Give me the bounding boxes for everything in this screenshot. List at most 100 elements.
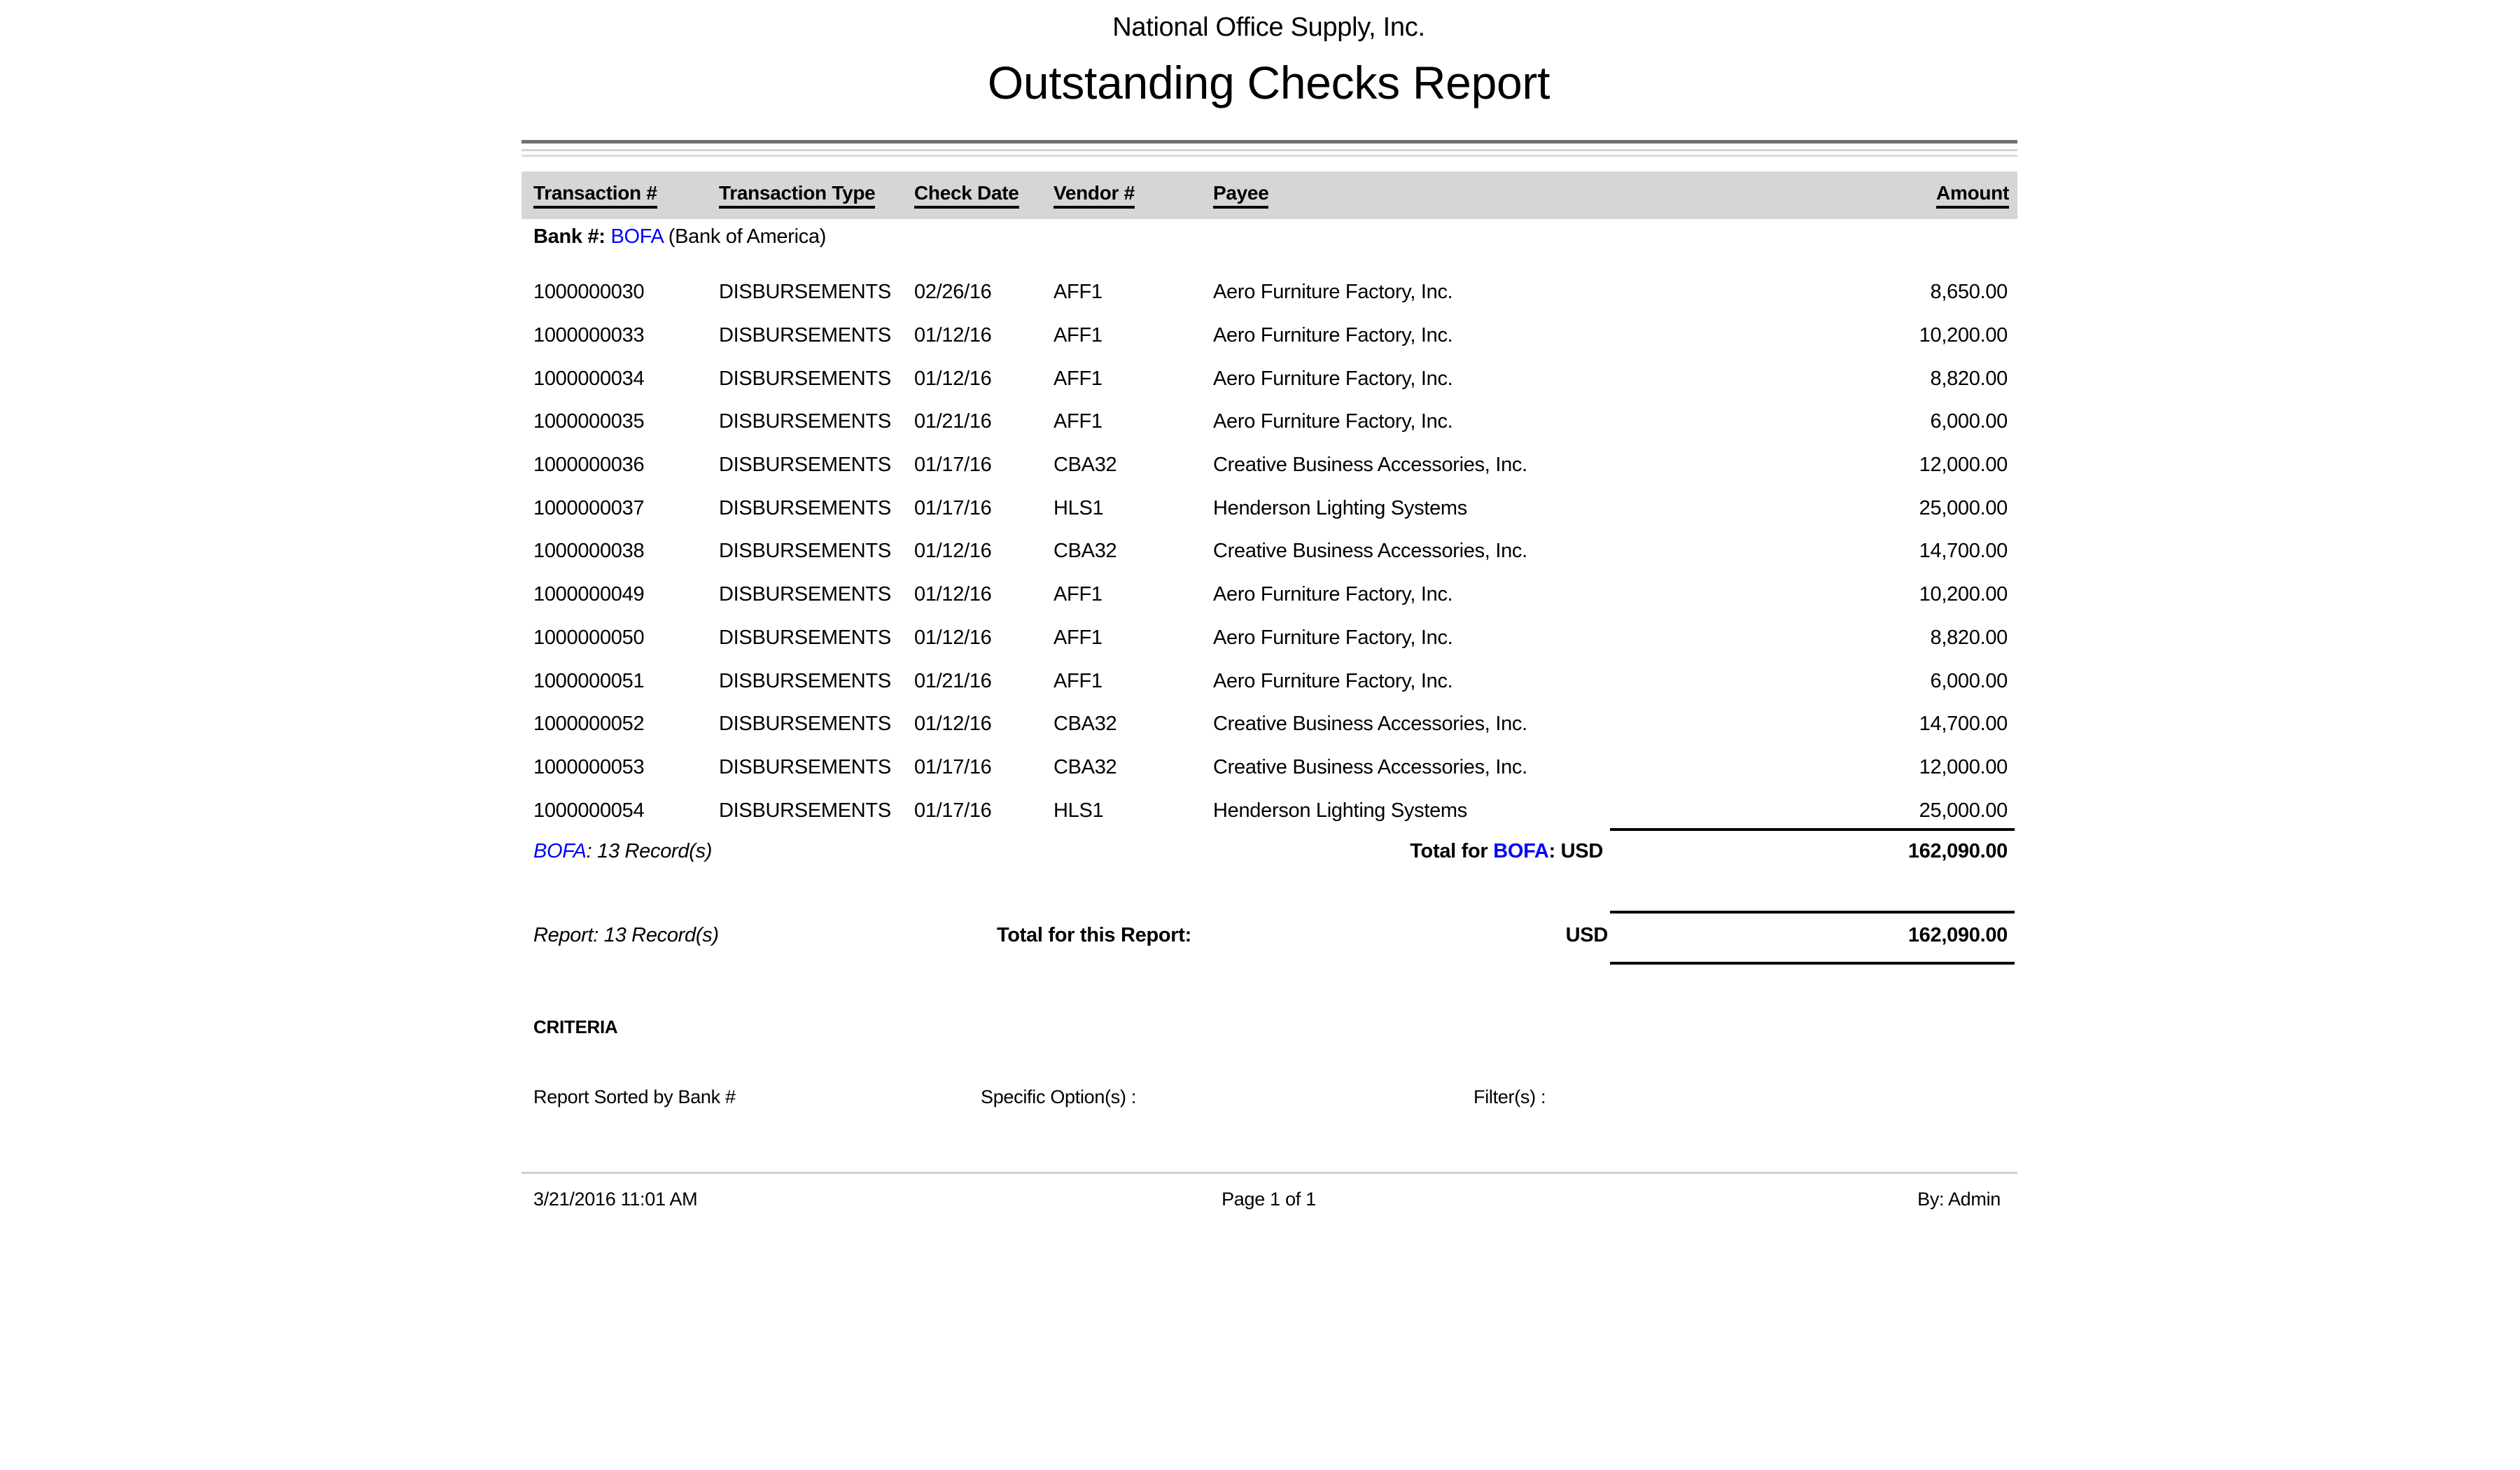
transaction-number-cell: 1000000036 [533,454,719,477]
payee-cell: Creative Business Accessories, Inc. [1213,756,1680,779]
title-divider-light-1 [522,149,2017,151]
amount-cell: 14,700.00 [1680,713,2008,736]
report-title: Outstanding Checks Report [522,56,2016,109]
transaction-type-cell: DISBURSEMENTS [719,626,914,650]
amount-cell: 12,000.00 [1680,454,2008,477]
column-header-check-date: Check Date [914,182,1054,209]
amount-cell: 6,000.00 [1680,670,2008,693]
payee-cell: Aero Furniture Factory, Inc. [1213,410,1680,433]
payee-cell: Aero Furniture Factory, Inc. [1213,626,1680,650]
amount-cell: 10,200.00 [1680,324,2008,347]
bank-total-label: Total for BOFA: USD [1410,840,1603,863]
report-total-label: Total for this Report: [997,924,1191,947]
bank-code-link[interactable]: BOFA [610,225,663,248]
transaction-number-cell: 1000000030 [533,281,719,304]
table-row: 1000000033 DISBURSEMENTS 01/12/16 AFF1 A… [533,314,2008,358]
criteria-specific-options: Specific Option(s) : [981,1086,1136,1108]
table-row: 1000000035 DISBURSEMENTS 01/21/16 AFF1 A… [533,400,2008,444]
transaction-number-cell: 1000000050 [533,626,719,650]
vendor-number-cell: AFF1 [1054,670,1213,693]
report-record-count: Report: 13 Record(s) [533,924,719,947]
amount-cell: 10,200.00 [1680,583,2008,606]
transaction-type-cell: DISBURSEMENTS [719,324,914,347]
check-date-cell: 01/12/16 [914,583,1054,606]
transaction-type-cell: DISBURSEMENTS [719,454,914,477]
payee-cell: Creative Business Accessories, Inc. [1213,540,1680,563]
transaction-type-cell: DISBURSEMENTS [719,670,914,693]
vendor-number-cell: AFF1 [1054,368,1213,391]
transaction-number-cell: 1000000034 [533,368,719,391]
amount-cell: 6,000.00 [1680,410,2008,433]
transaction-type-cell: DISBURSEMENTS [719,540,914,563]
transaction-type-cell: DISBURSEMENTS [719,713,914,736]
report-total-currency: USD [1566,924,1608,947]
transaction-number-cell: 1000000037 [533,497,719,520]
table-row: 1000000049 DISBURSEMENTS 01/12/16 AFF1 A… [533,573,2008,617]
title-divider-light-2 [522,155,2017,157]
transaction-type-cell: DISBURSEMENTS [719,281,914,304]
criteria-filters: Filter(s) : [1474,1086,1546,1108]
check-date-cell: 01/17/16 [914,454,1054,477]
report-total-top-rule [1610,911,2015,913]
table-row: 1000000053 DISBURSEMENTS 01/17/16 CBA32 … [533,746,2008,790]
table-row: 1000000054 DISBURSEMENTS 01/17/16 HLS1 H… [533,789,2008,832]
check-date-cell: 01/21/16 [914,410,1054,433]
payee-cell: Henderson Lighting Systems [1213,497,1680,520]
transaction-number-cell: 1000000051 [533,670,719,693]
check-date-cell: 01/21/16 [914,670,1054,693]
transaction-number-cell: 1000000049 [533,583,719,606]
vendor-number-cell: CBA32 [1054,756,1213,779]
vendor-number-cell: AFF1 [1054,324,1213,347]
vendor-number-cell: CBA32 [1054,713,1213,736]
amount-cell: 8,650.00 [1680,281,2008,304]
table-row: 1000000030 DISBURSEMENTS 02/26/16 AFF1 A… [533,271,2008,314]
title-divider-dark [522,140,2017,144]
footer-row: 3/21/2016 11:01 AM Page 1 of 1 By: Admin [522,1189,2016,1217]
payee-cell: Creative Business Accessories, Inc. [1213,713,1680,736]
vendor-number-cell: AFF1 [1054,626,1213,650]
column-header-transaction-number: Transaction # [533,182,719,209]
footer-divider [522,1172,2017,1174]
check-date-cell: 01/17/16 [914,756,1054,779]
check-date-cell: 01/17/16 [914,799,1054,822]
check-date-cell: 01/17/16 [914,497,1054,520]
check-date-cell: 01/12/16 [914,713,1054,736]
column-header-amount: Amount [1680,182,2009,209]
payee-cell: Aero Furniture Factory, Inc. [1213,583,1680,606]
vendor-number-cell: AFF1 [1054,410,1213,433]
bank-total-top-rule [1610,828,2015,831]
bank-code-link[interactable]: BOFA [1493,840,1548,862]
payee-cell: Aero Furniture Factory, Inc. [1213,368,1680,391]
bank-code-link[interactable]: BOFA [533,840,587,862]
vendor-number-cell: CBA32 [1054,454,1213,477]
column-header-transaction-type: Transaction Type [719,182,914,209]
column-header-payee: Payee [1213,182,1680,209]
footer-page-number: Page 1 of 1 [522,1189,2016,1210]
payee-cell: Creative Business Accessories, Inc. [1213,454,1680,477]
transaction-type-cell: DISBURSEMENTS [719,497,914,520]
bank-number-label: Bank #: [533,225,606,248]
table-row: 1000000051 DISBURSEMENTS 01/21/16 AFF1 A… [533,659,2008,703]
transaction-number-cell: 1000000035 [533,410,719,433]
transaction-type-cell: DISBURSEMENTS [719,756,914,779]
transaction-number-cell: 1000000054 [533,799,719,822]
vendor-number-cell: CBA32 [1054,540,1213,563]
table-header-row: Transaction # Transaction Type Check Dat… [522,172,2017,219]
amount-cell: 25,000.00 [1680,497,2008,520]
column-header-vendor-number: Vendor # [1054,182,1213,209]
criteria-row: Report Sorted by Bank # Specific Option(… [522,1086,2016,1114]
outstanding-checks-report-page: National Office Supply, Inc. Outstanding… [0,0,2520,1470]
report-total-row: Report: 13 Record(s) Total for this Repo… [522,918,2016,956]
vendor-number-cell: HLS1 [1054,799,1213,822]
criteria-heading: CRITERIA [533,1016,617,1038]
transaction-type-cell: DISBURSEMENTS [719,583,914,606]
table-row: 1000000050 DISBURSEMENTS 01/12/16 AFF1 A… [533,617,2008,660]
amount-cell: 25,000.00 [1680,799,2008,822]
bank-group-header: Bank #: BOFA (Bank of America) [533,225,826,248]
check-date-cell: 01/12/16 [914,540,1054,563]
bank-name: (Bank of America) [668,225,826,248]
vendor-number-cell: HLS1 [1054,497,1213,520]
amount-cell: 14,700.00 [1680,540,2008,563]
check-date-cell: 01/12/16 [914,626,1054,650]
bank-total-row: BOFA: 13 Record(s) Total for BOFA: USD 1… [522,834,2016,872]
